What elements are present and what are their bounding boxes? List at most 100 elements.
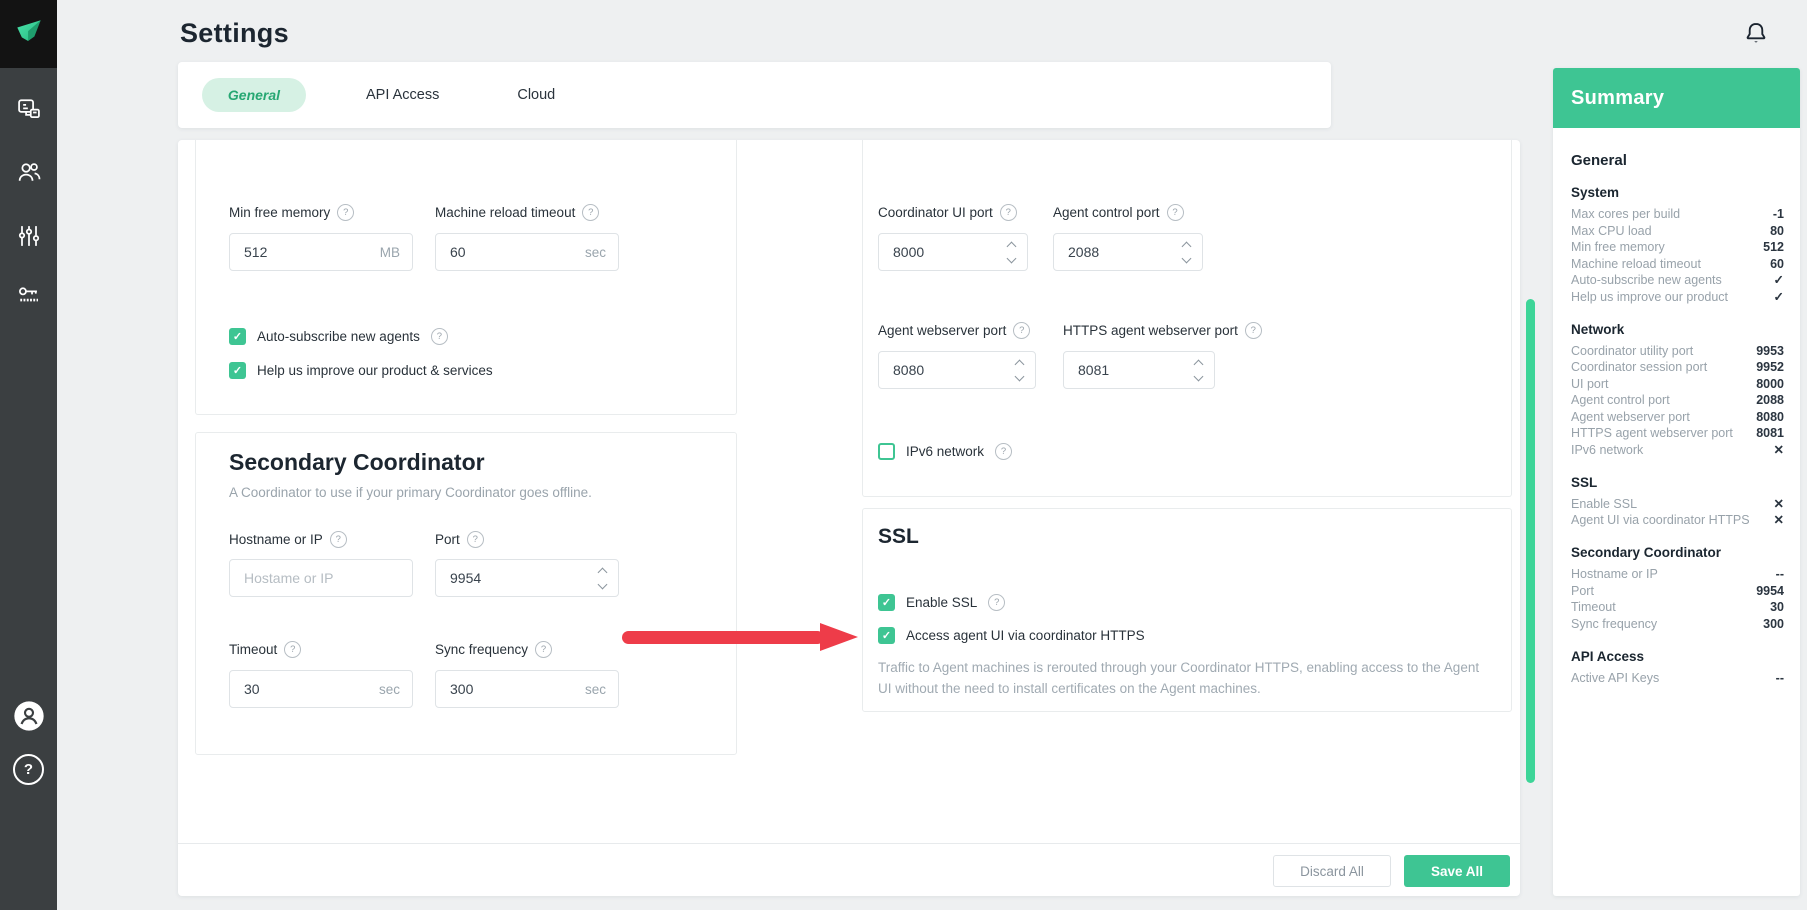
help-icon[interactable]: ? [1245,322,1262,339]
summary-group: SSLEnable SSL✕Agent UI via coordinator H… [1571,475,1784,530]
coordinator-ui-port-input[interactable] [891,243,1000,261]
summary-item-label: Enable SSL [1571,497,1645,513]
sidebar-item-machines[interactable] [0,95,57,128]
sidebar-item-account[interactable] [0,700,57,737]
sidebar-item-settings[interactable] [0,222,57,255]
footer-divider [178,843,1520,844]
stepper-arrows[interactable] [1008,243,1015,262]
help-icon[interactable]: ? [995,443,1012,460]
enable-ssl-checkbox[interactable] [878,594,895,611]
agent-webserver-port-input[interactable] [891,361,1008,379]
coordinator-ui-port-field[interactable] [878,233,1028,271]
help-icon[interactable]: ? [337,204,354,221]
help-icon[interactable]: ? [284,641,301,658]
app-window: ? Settings General API Access Cloud Min … [0,0,1807,910]
help-improve-checkbox[interactable] [229,362,246,379]
help-icon[interactable]: ? [1167,204,1184,221]
tab-cloud[interactable]: Cloud [517,87,555,103]
help-icon[interactable]: ? [1000,204,1017,221]
agent-control-port-field[interactable] [1053,233,1203,271]
help-icon[interactable]: ? [582,204,599,221]
sidebar-item-users[interactable] [0,158,57,191]
help-icon[interactable]: ? [330,531,347,548]
stepper-arrows[interactable] [599,569,606,588]
machine-reload-timeout-field[interactable]: sec [435,233,619,271]
hostname-field[interactable] [229,559,413,597]
avatar-icon [13,700,45,737]
ipv6-row: IPv6 network ? [878,443,1012,460]
summary-item: Max cores per build -1 [1571,207,1784,223]
agent-webserver-port-field[interactable] [878,351,1036,389]
page-title: Settings [180,18,289,49]
summary-item-value: 512 [1763,240,1784,256]
summary-group-title: Network [1571,322,1784,337]
help-icon[interactable]: ? [988,594,1005,611]
summary-item-value: -- [1776,671,1784,687]
sidebar: ? [0,0,57,910]
summary-group: Secondary CoordinatorHostname or IP--Por… [1571,545,1784,633]
agent-ui-https-row: Access agent UI via coordinator HTTPS [878,627,1145,644]
summary-item: Hostname or IP-- [1571,567,1784,583]
summary-item-label: IPv6 network [1571,443,1651,459]
discard-all-button[interactable]: Discard All [1273,855,1391,887]
help-icon[interactable]: ? [535,641,552,658]
https-agent-webserver-port-input[interactable] [1076,361,1187,379]
summary-item-label: Sync frequency [1571,617,1665,633]
save-all-button[interactable]: Save All [1404,855,1510,887]
min-free-memory-field[interactable]: MB [229,233,413,271]
stepper-arrows[interactable] [1016,361,1023,380]
tab-bar: General API Access Cloud [178,62,1331,128]
scrollbar-thumb[interactable] [1526,299,1535,783]
summary-item: Help us improve our product✓ [1571,290,1784,306]
timeout-field[interactable]: sec [229,670,413,708]
stepper-arrows[interactable] [1195,361,1202,380]
secondary-port-input[interactable] [448,569,591,587]
agent-ui-https-checkbox[interactable] [878,627,895,644]
machine-reload-timeout-input[interactable] [448,243,577,261]
timeout-input[interactable] [242,680,371,698]
agent-control-port-label: Agent control port ? [1053,204,1184,221]
summary-groups: SystemMax cores per build-1Max CPU load8… [1571,185,1784,687]
summary-item-label: Max cores per build [1571,207,1688,223]
auto-subscribe-checkbox[interactable] [229,328,246,345]
summary-item-value: ✕ [1774,497,1784,513]
summary-item-value: 8080 [1756,410,1784,426]
sidebar-item-license[interactable] [0,282,57,315]
summary-item-value: 2088 [1756,393,1784,409]
summary-item-label: Port [1571,584,1602,600]
secondary-port-field[interactable] [435,559,619,597]
summary-item-label: Agent UI via coordinator HTTPS [1571,513,1758,529]
notifications-bell-icon[interactable] [1742,18,1770,48]
https-agent-webserver-port-field[interactable] [1063,351,1215,389]
help-icon[interactable]: ? [1013,322,1030,339]
summary-item-value: 30 [1770,600,1784,616]
help-icon[interactable]: ? [431,328,448,345]
min-free-memory-input[interactable] [242,243,372,261]
summary-item-value: -1 [1773,207,1784,223]
machines-icon [15,95,43,128]
ipv6-checkbox[interactable] [878,443,895,460]
agent-control-port-input[interactable] [1066,243,1175,261]
summary-item-label: Machine reload timeout [1571,257,1709,273]
unit-suffix: sec [585,682,606,697]
summary-group-title: API Access [1571,649,1784,664]
sync-frequency-field[interactable]: sec [435,670,619,708]
stepper-arrows[interactable] [1183,243,1190,262]
unit-suffix: sec [379,682,400,697]
sidebar-item-help[interactable]: ? [0,754,57,785]
hostname-input[interactable] [242,569,400,587]
summary-panel: Summary General SystemMax cores per buil… [1553,68,1800,896]
app-logo-icon [11,14,47,55]
coordinator-ui-port-label: Coordinator UI port ? [878,204,1017,221]
summary-item-label: Auto-subscribe new agents [1571,273,1730,289]
ssl-section: SSL Enable SSL ? Access agent UI via coo… [862,508,1512,712]
summary-item-value: 60 [1770,257,1784,273]
sync-frequency-label: Sync frequency ? [435,641,552,658]
help-icon[interactable]: ? [467,531,484,548]
logo-block[interactable] [0,0,57,68]
sync-frequency-input[interactable] [448,680,577,698]
tab-api-access[interactable]: API Access [366,87,439,103]
summary-item-label: HTTPS agent webserver port [1571,426,1741,442]
tab-general[interactable]: General [202,78,306,112]
help-improve-row: Help us improve our product & services [229,362,493,379]
